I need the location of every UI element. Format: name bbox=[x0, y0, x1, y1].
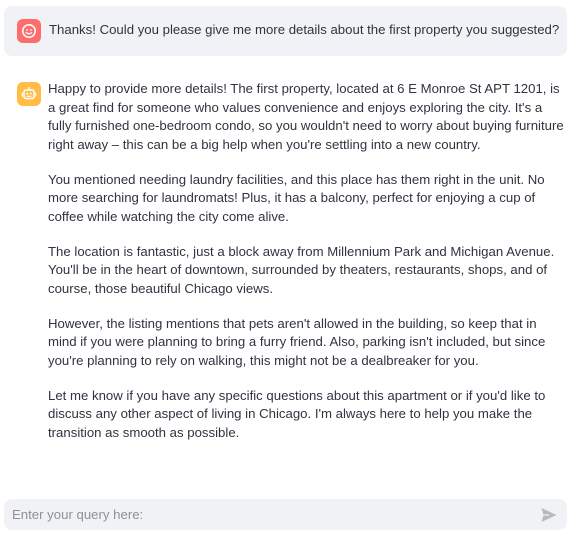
send-arrow-icon bbox=[541, 508, 557, 522]
assistant-paragraph: Happy to provide more details! The first… bbox=[48, 81, 564, 152]
assistant-message: Happy to provide more details! The first… bbox=[48, 80, 566, 459]
robot-icon bbox=[17, 82, 41, 106]
send-button[interactable] bbox=[539, 505, 559, 525]
assistant-paragraph: However, the listing mentions that pets … bbox=[48, 315, 546, 368]
user-message: Thanks! Could you please give me more de… bbox=[4, 6, 567, 56]
smiley-face-icon bbox=[17, 19, 41, 43]
chat-input-bar bbox=[4, 499, 567, 530]
chat-input[interactable] bbox=[4, 499, 524, 530]
assistant-paragraph: You mentioned needing laundry facilities… bbox=[48, 171, 545, 224]
user-message-text: Thanks! Could you please give me more de… bbox=[49, 22, 560, 37]
chat-page: Thanks! Could you please give me more de… bbox=[0, 0, 576, 536]
assistant-paragraph: The location is fantastic, just a block … bbox=[48, 243, 555, 296]
assistant-paragraph: Let me know if you have any specific que… bbox=[48, 387, 546, 440]
